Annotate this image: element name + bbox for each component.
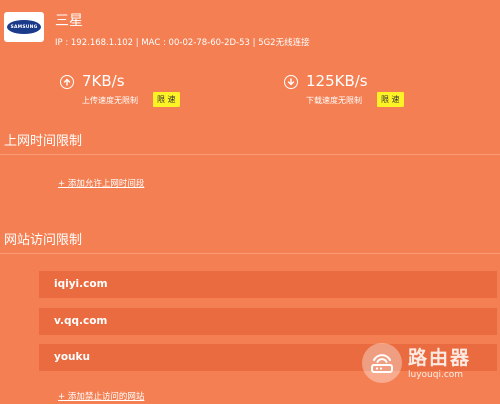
device-info: IP : 192.168.1.102 | MAC : 00-02-78-60-2… [55, 38, 310, 48]
logo-oval: SAMSUNG [7, 20, 41, 34]
download-speed-note: 下载速度无限制 [306, 96, 362, 105]
samsung-logo: SAMSUNG [4, 12, 44, 42]
site-label: youku [54, 351, 90, 363]
upload-speed-note: 上传速度无限制 [82, 96, 138, 105]
site-row-vqq[interactable]: v.qq.com [39, 308, 497, 335]
watermark-subtitle: luyouqi.com [408, 370, 464, 380]
device-header: SAMSUNG 三星 IP : 192.168.1.102 | MAC : 00… [0, 0, 500, 60]
watermark-title: 路由器 [408, 347, 472, 369]
router-logo-icon [362, 343, 402, 383]
arrow-down-icon [284, 75, 298, 89]
download-speed-block: 125KB/s 下载速度无限制 限 速 [284, 72, 424, 112]
download-limit-button[interactable]: 限 速 [377, 92, 404, 107]
watermark: 路由器 luyouqi.com [362, 343, 500, 393]
add-time-slot-link[interactable]: + 添加允许上网时间段 [58, 177, 144, 189]
upload-limit-button[interactable]: 限 速 [153, 92, 180, 107]
site-row-iqiyi[interactable]: iqiyi.com [39, 271, 497, 298]
site-label: iqiyi.com [54, 278, 108, 290]
time-limit-title: 上网时间限制 [4, 134, 83, 149]
site-limit-divider [0, 253, 500, 254]
logo-text: SAMSUNG [10, 24, 38, 30]
download-speed-value: 125KB/s [306, 72, 368, 90]
site-label: v.qq.com [54, 315, 108, 327]
time-limit-divider [0, 154, 500, 155]
upload-speed-value: 7KB/s [82, 72, 125, 90]
add-blocked-site-link[interactable]: + 添加禁止访问的网站 [58, 390, 144, 402]
site-limit-title: 网站访问限制 [4, 233, 83, 248]
device-name: 三星 [55, 13, 83, 29]
upload-speed-block: 7KB/s 上传速度无限制 限 速 [60, 72, 200, 112]
arrow-up-icon [60, 75, 74, 89]
